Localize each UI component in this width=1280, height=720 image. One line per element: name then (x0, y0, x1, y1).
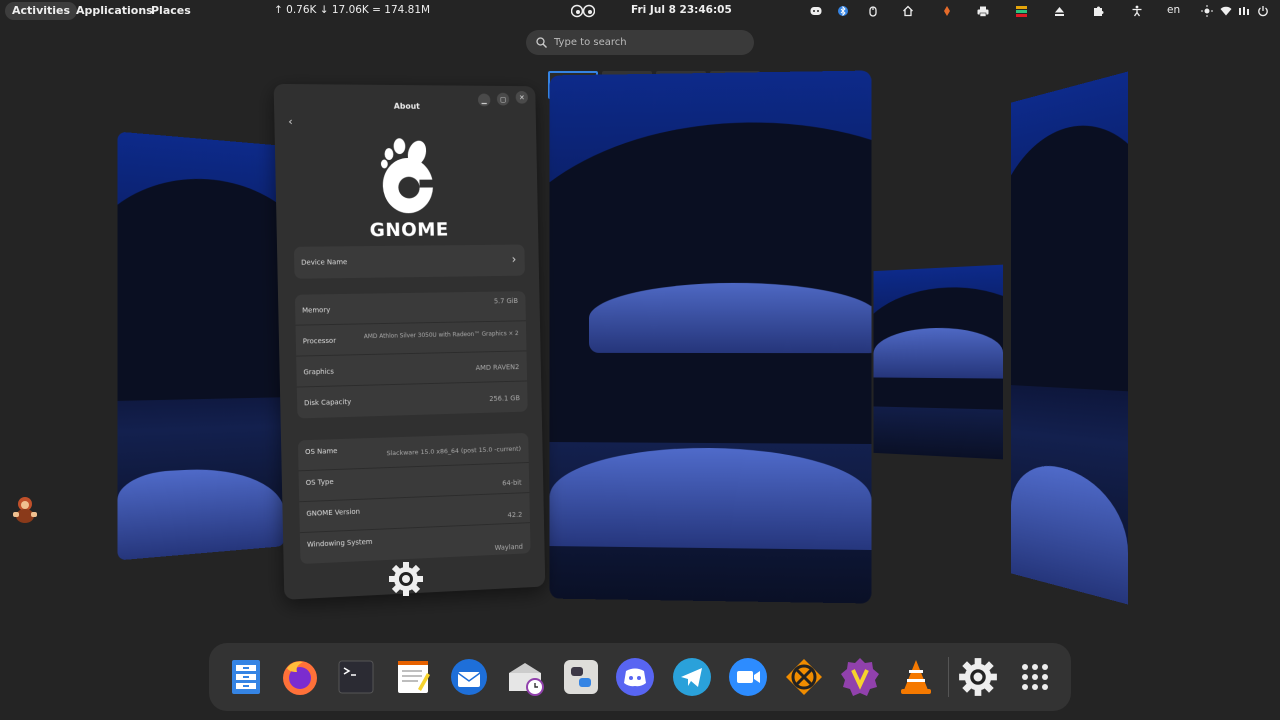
info-label: OS Type (306, 478, 334, 487)
mail-scheduler-icon[interactable] (505, 657, 545, 697)
info-value: 42.2 (508, 511, 523, 519)
maximize-button[interactable]: ▢ (497, 93, 510, 106)
terminal-icon[interactable] (336, 657, 376, 697)
about-window[interactable]: About ▁ ▢ ✕ ‹ GNOME Device Name › Memory… (274, 84, 546, 600)
volume-icon[interactable] (1237, 4, 1251, 18)
device-name-label: Device Name (301, 258, 347, 267)
wallpaper-hill (1011, 105, 1128, 393)
workspace-current[interactable] (550, 71, 872, 604)
wallpaper-grass (550, 447, 872, 550)
device-name-row[interactable]: Device Name › (294, 245, 525, 279)
device-name-group: Device Name › (294, 245, 525, 279)
info-value: AMD Athlon Silver 3050U with Radeon™ Gra… (364, 330, 519, 340)
discord-tray-icon[interactable] (809, 4, 823, 18)
desktop-mascot-icon[interactable] (11, 495, 39, 525)
hardware-group: Memory 5.7 GiB Processor AMD Athlon Silv… (295, 291, 528, 418)
settings-icon[interactable] (958, 657, 998, 697)
wallpaper-grass (589, 282, 871, 353)
wallpaper-grass (1011, 460, 1128, 604)
software-icon[interactable] (561, 657, 601, 697)
window-title: About (274, 101, 536, 112)
info-value: Slackware 15.0 x86_64 (post 15.0 -curren… (386, 445, 521, 457)
info-label: OS Name (305, 447, 337, 456)
accessibility-icon[interactable] (1130, 4, 1144, 18)
wifi-icon[interactable] (1219, 4, 1233, 18)
firefox-icon[interactable] (280, 657, 320, 697)
dock-separator (948, 657, 949, 697)
colorful-tray-icon[interactable] (1014, 4, 1028, 18)
info-value: 256.1 GB (489, 394, 520, 403)
info-label: GNOME Version (306, 508, 360, 518)
info-label: Windowing System (307, 538, 373, 549)
dash-dock (209, 643, 1071, 711)
search-entry[interactable]: Type to search (526, 30, 754, 55)
mouse-tray-icon[interactable] (866, 4, 880, 18)
back-icon[interactable]: ‹ (288, 115, 293, 128)
language-indicator[interactable]: en (1167, 4, 1180, 16)
software-group: OS Name Slackware 15.0 x86_64 (post 15.0… (298, 433, 531, 564)
info-label: Graphics (303, 368, 334, 377)
eject-icon[interactable] (1052, 4, 1066, 18)
workspace-right-2[interactable] (1011, 71, 1128, 604)
chevron-right-icon: › (512, 252, 517, 266)
workspace-right-1[interactable] (874, 265, 1004, 460)
wallpaper-grass (118, 465, 285, 561)
settings-gear-icon[interactable] (388, 561, 424, 597)
printer-icon[interactable] (976, 4, 990, 18)
info-value: 64-bit (502, 479, 522, 488)
extensions-icon[interactable] (1091, 4, 1105, 18)
close-button[interactable]: ✕ (516, 91, 528, 104)
show-applications-icon[interactable] (1015, 657, 1055, 697)
places-menu[interactable]: Places (144, 2, 198, 20)
bluetooth-icon[interactable] (836, 4, 850, 18)
search-placeholder: Type to search (554, 37, 627, 48)
crossover-icon[interactable] (784, 657, 824, 697)
top-bar: Activities Applications Places ↑ 0.76K ↓… (0, 0, 1280, 22)
telegram-icon[interactable] (672, 657, 712, 697)
app-tray-icon[interactable] (940, 4, 954, 18)
files-app-icon[interactable] (226, 657, 266, 697)
workspace-left[interactable] (118, 132, 285, 561)
discord-icon[interactable] (615, 657, 655, 697)
power-icon[interactable] (1256, 4, 1270, 18)
home-icon[interactable] (901, 4, 915, 18)
eyes-icon[interactable] (571, 4, 595, 18)
info-value: AMD RAVEN2 (476, 363, 520, 372)
info-row: Memory 5.7 GiB (295, 291, 526, 326)
netspeed-indicator[interactable]: ↑ 0.76K ↓ 17.06K = 174.81M (274, 4, 430, 16)
gnome-foot-icon (375, 130, 440, 217)
clock[interactable]: Fri Jul 8 23:46:05 (631, 4, 732, 16)
wallpaper-hill (118, 170, 285, 402)
activities-button[interactable]: Activities (5, 2, 77, 20)
info-value: 5.7 GiB (494, 297, 518, 305)
info-label: Memory (302, 306, 330, 314)
text-editor-icon[interactable] (393, 657, 433, 697)
vivaldi-icon[interactable] (840, 657, 880, 697)
vlc-icon[interactable] (896, 657, 936, 697)
thunderbird-icon[interactable] (449, 657, 489, 697)
gnome-logo: GNOME (275, 130, 539, 242)
zoom-icon[interactable] (728, 657, 768, 697)
info-value: Wayland (495, 543, 523, 552)
info-row: Disk Capacity 256.1 GB (297, 381, 528, 418)
info-label: Disk Capacity (304, 398, 351, 407)
gnome-wordmark: GNOME (369, 219, 449, 241)
brightness-icon[interactable] (1200, 4, 1214, 18)
info-label: Processor (303, 337, 336, 346)
minimize-button[interactable]: ▁ (478, 94, 491, 107)
wallpaper-grass (874, 327, 1004, 379)
search-icon (536, 37, 547, 48)
wallpaper-hill (550, 119, 872, 445)
